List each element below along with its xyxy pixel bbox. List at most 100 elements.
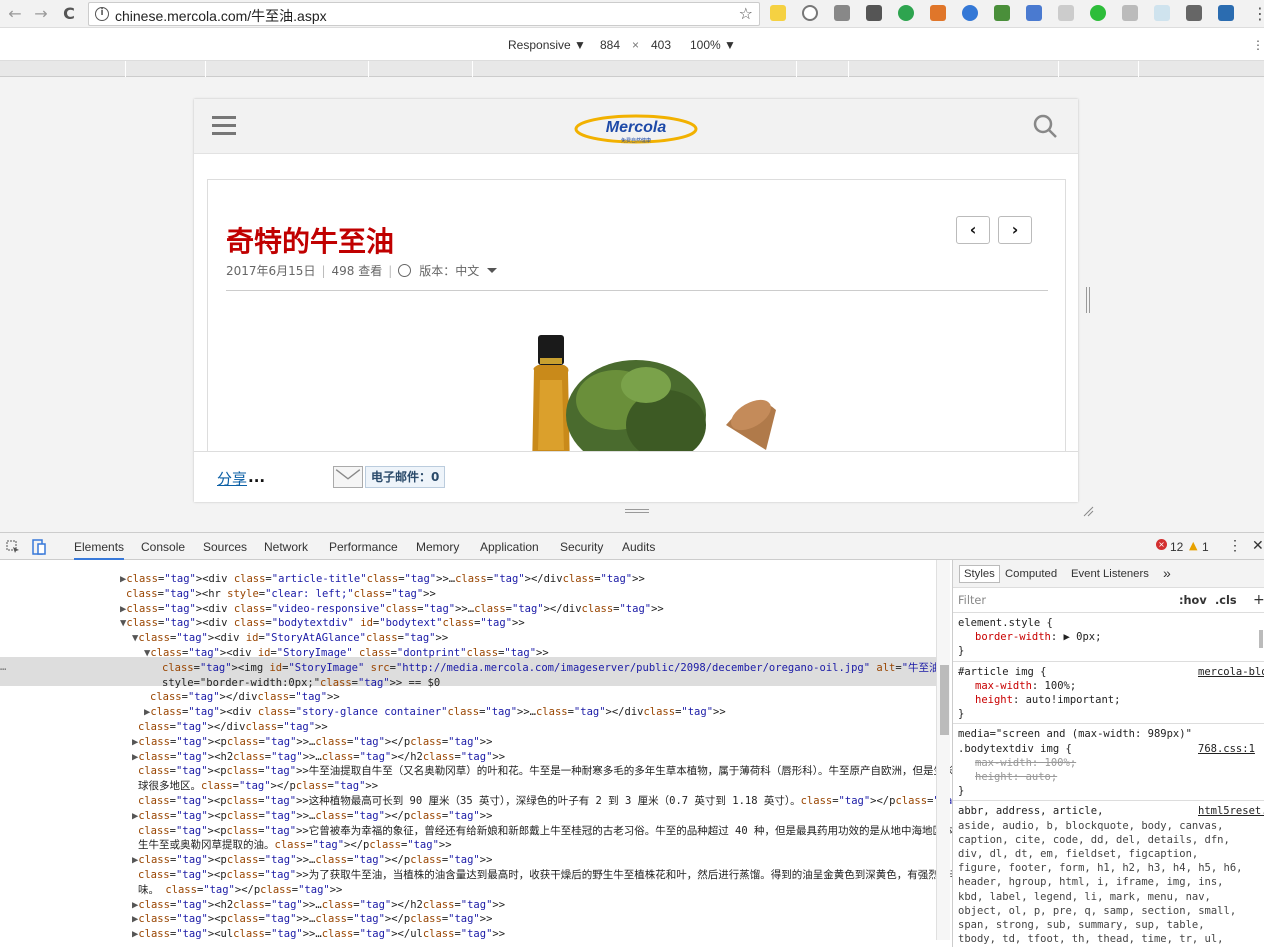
new-rule-icon[interactable]: + bbox=[1253, 592, 1264, 608]
dom-node-line[interactable]: ▶class="tag"><h2class="tag">>…class="tag… bbox=[132, 898, 505, 913]
close-devtools-icon[interactable]: ✕ bbox=[1252, 537, 1264, 554]
filter-input[interactable]: Filter bbox=[958, 594, 986, 607]
chevron-down-icon[interactable] bbox=[487, 268, 498, 273]
dom-node-line[interactable]: class="tag"></divclass="tag">> bbox=[138, 720, 328, 735]
extension-check-icon[interactable] bbox=[962, 5, 978, 21]
styles-filter[interactable]: Filter :hov .cls + bbox=[953, 589, 1264, 613]
dom-node-line[interactable]: ▶class="tag"><ulclass="tag">>…class="tag… bbox=[132, 927, 505, 942]
tab-event-listeners[interactable]: Event Listeners bbox=[1071, 568, 1149, 580]
extension-q-icon[interactable] bbox=[1186, 5, 1202, 21]
tab-sources[interactable]: Sources bbox=[203, 540, 247, 554]
dom-node-line[interactable]: ▼class="tag"><div id="StoryImage" class=… bbox=[144, 646, 549, 661]
tab-security[interactable]: Security bbox=[560, 540, 603, 554]
elements-scrollbar[interactable] bbox=[936, 560, 950, 940]
dom-node-line[interactable]: ▼class="tag"><div class="bodytextdiv" id… bbox=[120, 616, 525, 631]
resize-corner-icon[interactable] bbox=[1082, 505, 1094, 517]
device-width-input[interactable]: 884 bbox=[600, 38, 620, 52]
tab-styles[interactable]: Styles bbox=[959, 565, 1000, 583]
extension-weather-icon[interactable] bbox=[1154, 5, 1170, 21]
version-select[interactable]: 版本：中文 bbox=[419, 264, 479, 278]
dom-node-line[interactable]: 生牛至或奥勒冈草提取的油。class="tag"></pclass="tag">… bbox=[138, 838, 452, 853]
resize-handle-right[interactable] bbox=[1086, 287, 1090, 313]
tab-console[interactable]: Console bbox=[141, 540, 185, 554]
tab-application[interactable]: Application bbox=[480, 540, 539, 554]
device-menu-icon[interactable]: ⋮ bbox=[1252, 38, 1264, 52]
device-mode-select[interactable]: Responsive ▼ bbox=[508, 38, 586, 52]
devtools-menu-icon[interactable]: ⋮ bbox=[1228, 537, 1242, 554]
info-icon[interactable]: i bbox=[95, 7, 109, 21]
resize-handle-bottom[interactable] bbox=[625, 509, 649, 513]
dom-node-line[interactable]: ▶class="tag"><div class="video-responsiv… bbox=[120, 602, 664, 617]
tab-performance[interactable]: Performance bbox=[329, 540, 398, 554]
dom-node-line[interactable]: class="tag"><pclass="tag">>为了获取牛至油，当植株的油… bbox=[138, 868, 952, 883]
times-icon: × bbox=[632, 38, 640, 52]
reload-button[interactable]: C bbox=[58, 3, 80, 25]
tab-memory[interactable]: Memory bbox=[416, 540, 459, 554]
forward-button[interactable]: → bbox=[30, 3, 52, 25]
extension-note-icon[interactable] bbox=[866, 5, 882, 21]
styles-scrollbar[interactable] bbox=[1259, 630, 1263, 648]
tab-network[interactable]: Network bbox=[264, 540, 308, 554]
extension-orange-icon[interactable] bbox=[930, 5, 946, 21]
dom-node-line[interactable]: class="tag"><img id="StoryImage" src="ht… bbox=[162, 661, 946, 676]
site-header: Mercola 免费自然健康 bbox=[194, 99, 1078, 154]
tab-audits[interactable]: Audits bbox=[622, 540, 655, 554]
next-article-button[interactable]: › bbox=[998, 216, 1032, 244]
device-height-input[interactable]: 403 bbox=[651, 38, 671, 52]
dom-node-line[interactable]: 球很多地区。class="tag"></pclass="tag">> bbox=[138, 779, 378, 794]
zoom-select[interactable]: 100% ▼ bbox=[690, 38, 736, 52]
dom-node-line[interactable]: ▶class="tag"><h2class="tag">>…class="tag… bbox=[132, 750, 505, 765]
tab-elements[interactable]: Elements bbox=[74, 540, 125, 560]
dom-node-line[interactable]: class="tag"><pclass="tag">>这种植物最高可长到 90 … bbox=[138, 794, 952, 809]
search-icon[interactable] bbox=[1032, 113, 1058, 139]
scrollbar-thumb[interactable] bbox=[940, 665, 949, 735]
bookmark-star-icon[interactable]: ☆ bbox=[739, 4, 753, 23]
dom-node-line[interactable]: class="tag"></divclass="tag">> bbox=[150, 690, 340, 705]
hamburger-menu-icon[interactable] bbox=[212, 116, 236, 136]
css-source-link[interactable]: html5reset.css:1 bbox=[1198, 805, 1264, 817]
dom-node-line[interactable]: ▶class="tag"><div class="story-glance co… bbox=[144, 705, 726, 720]
extension-grammarly-icon[interactable] bbox=[898, 5, 914, 21]
warning-count[interactable]: 1 bbox=[1202, 540, 1209, 554]
share-link[interactable]: 分享 bbox=[217, 468, 247, 489]
css-source-link[interactable]: mercola-blog.mi…s?v=20170717:1 bbox=[1198, 666, 1264, 678]
dom-node-line[interactable]: ▶class="tag"><pclass="tag">>…class="tag"… bbox=[132, 853, 492, 868]
media-query-bar[interactable] bbox=[0, 61, 1264, 77]
dom-node-line[interactable]: ▶class="tag"><pclass="tag">>…class="tag"… bbox=[132, 735, 492, 750]
dom-node-line[interactable]: style="border-width:0px;"class="tag">> =… bbox=[162, 676, 440, 691]
extension-blue-icon[interactable] bbox=[1026, 5, 1042, 21]
dom-node-line[interactable]: class="tag"><hr style="clear: left;"clas… bbox=[126, 587, 436, 602]
dom-node-line[interactable]: ▼class="tag"><div id="StoryAtAGlance"cla… bbox=[132, 631, 448, 646]
css-source-link[interactable]: 768.css:1 bbox=[1198, 743, 1255, 755]
extension-chart-icon[interactable] bbox=[994, 5, 1010, 21]
extension-cloud-icon[interactable] bbox=[1090, 5, 1106, 21]
css-selector-line: span, strong, sub, summary, sup, table, bbox=[958, 919, 1205, 931]
tab-computed[interactable]: Computed bbox=[1005, 568, 1057, 580]
more-tabs-icon[interactable]: » bbox=[1163, 565, 1171, 581]
extension-translate-icon[interactable] bbox=[1058, 5, 1074, 21]
inspect-element-icon[interactable] bbox=[6, 540, 20, 554]
dom-node-line[interactable]: ▶class="tag"><pclass="tag">>…class="tag"… bbox=[132, 912, 492, 927]
browser-menu-icon[interactable]: ⋮ bbox=[1252, 4, 1264, 23]
mercola-logo[interactable]: Mercola 免费自然健康 bbox=[574, 111, 698, 147]
dom-node-line[interactable]: ▶class="tag"><div class="article-title"c… bbox=[120, 572, 645, 587]
extension-doc-icon[interactable] bbox=[1122, 5, 1138, 21]
back-button[interactable]: ← bbox=[4, 3, 26, 25]
device-toolbar-icon[interactable] bbox=[32, 539, 46, 555]
prev-article-button[interactable]: ‹ bbox=[956, 216, 990, 244]
email-count[interactable]: 电子邮件：0 bbox=[365, 466, 446, 488]
dom-node-line[interactable]: class="tag"><pclass="tag">>它曾被奉为幸福的象征，曾经… bbox=[138, 824, 952, 839]
dom-node-line[interactable]: class="tag"><pclass="tag">>牛至油提取自牛至（又名奥勒… bbox=[138, 764, 952, 779]
extension-bulb-icon[interactable] bbox=[770, 5, 786, 21]
extension-s-icon[interactable] bbox=[1218, 5, 1234, 21]
address-bar[interactable]: i chinese.mercola.com/牛至油.aspx ☆ bbox=[88, 2, 760, 26]
hov-toggle[interactable]: :hov bbox=[1179, 594, 1207, 607]
extension-gray-icon[interactable] bbox=[834, 5, 850, 21]
ellipsis-icon[interactable]: … bbox=[0, 660, 6, 675]
cls-toggle[interactable]: .cls bbox=[1215, 594, 1237, 607]
dom-node-line[interactable]: ▶class="tag"><pclass="tag">>…class="tag"… bbox=[132, 809, 492, 824]
dom-node-line[interactable]: 味。 class="tag"></pclass="tag">> bbox=[138, 883, 342, 898]
extension-w-icon[interactable] bbox=[802, 5, 818, 21]
error-count[interactable]: 12 bbox=[1170, 540, 1183, 554]
email-icon[interactable] bbox=[333, 466, 363, 488]
